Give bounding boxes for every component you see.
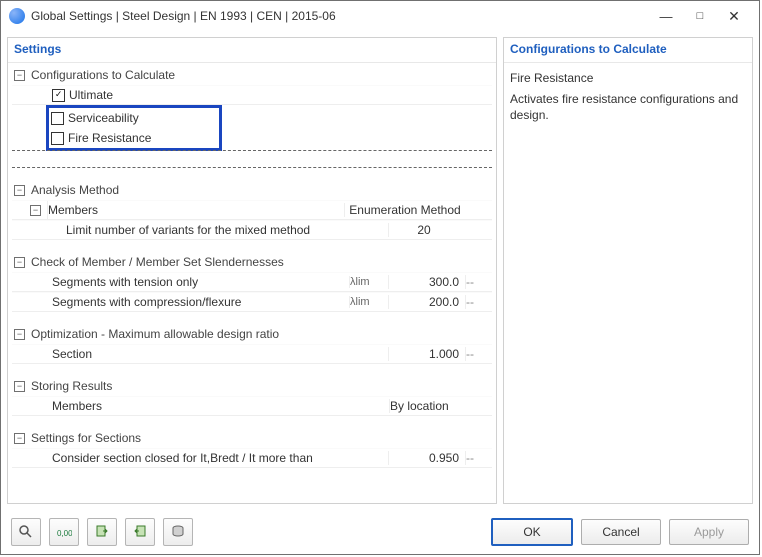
enum-header: Enumeration Method <box>344 203 465 217</box>
checkbox-label: Ultimate <box>69 88 113 102</box>
group-label: Storing Results <box>31 379 112 393</box>
decimal-icon: 0,00 <box>56 524 72 540</box>
row-value[interactable]: 300.0 <box>388 275 465 289</box>
collapse-icon[interactable]: − <box>14 329 25 340</box>
row-label: Members <box>52 399 102 413</box>
window-title: Global Settings | Steel Design | EN 1993… <box>31 9 649 23</box>
global-settings-dialog: Global Settings | Steel Design | EN 1993… <box>0 0 760 555</box>
help-description: Activates fire resistance configurations… <box>504 91 752 123</box>
row-label: Segments with compression/flexure <box>52 295 241 309</box>
apply-button[interactable]: Apply <box>669 519 749 545</box>
config-item-serviceability[interactable]: Serviceability <box>51 108 217 128</box>
units-button[interactable]: 0,00 <box>49 518 79 546</box>
help-subhead: Fire Resistance <box>504 63 752 91</box>
row-value[interactable]: 200.0 <box>388 295 465 309</box>
minimize-button[interactable]: — <box>649 4 683 28</box>
settings-panel: Settings − Configurations to Calculate U… <box>7 37 497 504</box>
checkbox-ultimate[interactable] <box>52 89 65 102</box>
analysis-mixed-row[interactable]: Limit number of variants for the mixed m… <box>12 220 492 240</box>
export-button[interactable] <box>125 518 155 546</box>
ok-button[interactable]: OK <box>491 518 573 546</box>
close-button[interactable]: ✕ <box>717 4 751 28</box>
database-icon <box>170 524 186 540</box>
group-slenderness[interactable]: − Check of Member / Member Set Slenderne… <box>12 252 492 272</box>
config-item-fire[interactable]: Fire Resistance <box>51 128 217 148</box>
group-configurations[interactable]: − Configurations to Calculate <box>12 65 492 85</box>
collapse-icon[interactable]: − <box>14 433 25 444</box>
row-param: λlim <box>349 276 388 288</box>
magnifier-icon <box>18 524 34 540</box>
row-value[interactable]: 1.000 <box>388 347 465 361</box>
group-optimization[interactable]: − Optimization - Maximum allowable desig… <box>12 324 492 344</box>
highlight-serviceability-fire: Serviceability Fire Resistance <box>46 105 222 151</box>
import-button[interactable] <box>87 518 117 546</box>
row-unit: -- <box>465 451 492 465</box>
help-panel-title: Configurations to Calculate <box>504 38 752 63</box>
checkbox-label: Fire Resistance <box>68 131 151 145</box>
help-panel: Configurations to Calculate Fire Resista… <box>503 37 753 504</box>
collapse-icon[interactable]: − <box>30 205 41 216</box>
storing-members-row[interactable]: Members By location <box>12 396 492 416</box>
group-storing[interactable]: − Storing Results <box>12 376 492 396</box>
dialog-footer: 0,00 OK Cancel Apply <box>1 510 759 554</box>
slenderness-tension-row[interactable]: Segments with tension only λlim 300.0 -- <box>12 272 492 292</box>
group-sections[interactable]: − Settings for Sections <box>12 428 492 448</box>
sheet-in-icon <box>94 524 110 540</box>
row-label: Segments with tension only <box>52 275 198 289</box>
collapse-icon[interactable]: − <box>14 257 25 268</box>
group-label: Configurations to Calculate <box>31 68 175 82</box>
row-value[interactable]: 20 <box>388 223 465 237</box>
row-param: λlim <box>349 296 388 308</box>
row-label: Limit number of variants for the mixed m… <box>66 223 310 237</box>
group-analysis-method[interactable]: − Analysis Method <box>12 180 492 200</box>
app-icon <box>9 8 25 24</box>
svg-text:0,00: 0,00 <box>57 529 72 538</box>
collapse-icon[interactable]: − <box>14 381 25 392</box>
sections-closed-row[interactable]: Consider section closed for It,Bredt / I… <box>12 448 492 468</box>
row-label: Members <box>48 203 98 217</box>
row-label: Consider section closed for It,Bredt / I… <box>52 451 313 465</box>
collapse-icon[interactable]: − <box>14 185 25 196</box>
row-unit: -- <box>465 275 492 289</box>
maximize-button[interactable]: □ <box>683 4 717 28</box>
titlebar: Global Settings | Steel Design | EN 1993… <box>1 1 759 31</box>
group-label: Settings for Sections <box>31 431 141 445</box>
settings-panel-title: Settings <box>8 38 496 63</box>
sheet-out-icon <box>132 524 148 540</box>
help-button[interactable] <box>11 518 41 546</box>
group-label: Optimization - Maximum allowable design … <box>31 327 279 341</box>
cancel-button[interactable]: Cancel <box>581 519 661 545</box>
row-label: Section <box>52 347 92 361</box>
group-label: Check of Member / Member Set Slenderness… <box>31 255 284 269</box>
row-unit: -- <box>465 347 492 361</box>
row-value[interactable]: By location <box>389 399 492 413</box>
checkbox-fire[interactable] <box>51 132 64 145</box>
analysis-members-row[interactable]: − Members Enumeration Method <box>12 200 492 220</box>
config-item-ultimate[interactable]: Ultimate <box>12 85 492 105</box>
selected-row-placeholder <box>12 151 492 167</box>
checkbox-serviceability[interactable] <box>51 112 64 125</box>
checkbox-label: Serviceability <box>68 111 139 125</box>
group-label: Analysis Method <box>31 183 119 197</box>
collapse-icon[interactable]: − <box>14 70 25 81</box>
row-value[interactable]: 0.950 <box>388 451 465 465</box>
slenderness-flexure-row[interactable]: Segments with compression/flexure λlim 2… <box>12 292 492 312</box>
reset-button[interactable] <box>163 518 193 546</box>
row-unit: -- <box>465 295 492 309</box>
optimization-section-row[interactable]: Section 1.000 -- <box>12 344 492 364</box>
